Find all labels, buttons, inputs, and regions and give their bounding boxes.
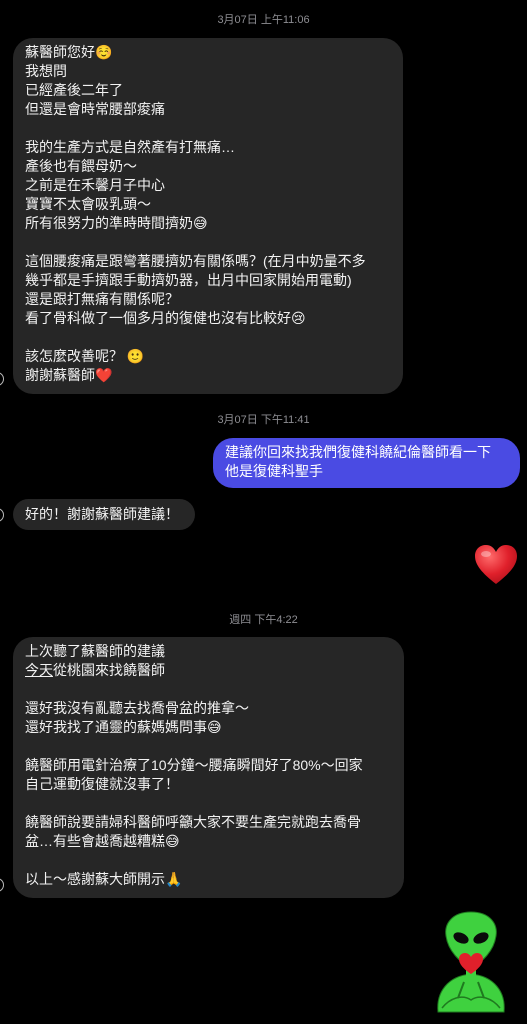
text-line: 但還是會時常腰部痠痛	[25, 101, 165, 117]
text-line	[25, 851, 390, 870]
text-line: 該怎麼改善呢？ 🙂	[25, 348, 145, 364]
timestamp: 3月07日 下午11:41	[217, 414, 310, 426]
heart-reaction-message[interactable]	[474, 544, 518, 591]
text-line: 自己運動復健就沒事了！	[25, 776, 179, 792]
message-text-continued: 還好我沒有亂聽去找喬骨盆的推拿～ 還好我找了通靈的蘇媽媽問事😅 饒醫師用電針治療了1…	[25, 680, 390, 889]
text-line: 饒醫師用電針治療了10分鐘～腰痛瞬間好了80%～回家	[25, 757, 363, 773]
text-line	[25, 233, 389, 252]
message-bubble-outgoing[interactable]: 建議你回來找我們復健科饒紀倫醫師看一下 他是復健科聖手	[213, 438, 520, 488]
text-line: 我的生產方式是自然產有打無痛…	[25, 139, 235, 155]
timestamp: 週四 下午4:22	[229, 614, 298, 626]
message-bubble-incoming[interactable]: 好的！謝謝蘇醫師建議！	[13, 499, 195, 530]
alien-icon	[437, 911, 505, 1013]
text-line	[25, 119, 389, 138]
text-line: 上次聽了蘇醫師的建議	[25, 643, 165, 659]
message-text: 上次聽了蘇醫師的建議 今天從桃園來找饒醫師 還好我沒有亂聽去找喬骨盆的推拿～ 還好…	[25, 642, 390, 889]
text-line: 還是跟打無痛有關係呢？	[25, 291, 179, 307]
message-bubble-incoming[interactable]: 蘇醫師您好☺️ 我想問已經產後二年了但還是會時常腰部痠痛我的生產方式是自然產有打無…	[13, 38, 403, 394]
text-fragment: 從桃園來找饒醫師	[53, 662, 165, 678]
avatar[interactable]	[0, 372, 4, 386]
text-line: 這個腰痠痛是跟彎著腰擠奶有關係嗎？(在月中奶量不多	[25, 253, 366, 269]
alien-heart-sticker[interactable]	[428, 908, 514, 1021]
text-line: 建議你回來找我們復健科饒紀倫醫師看一下	[225, 444, 491, 460]
text-line: 已經產後二年了	[25, 82, 123, 98]
avatar[interactable]	[0, 878, 4, 892]
text-line: 還好我沒有亂聽去找喬骨盆的推拿～	[25, 700, 249, 716]
text-line: 以上～感謝蘇大師開示🙏	[25, 871, 183, 887]
message-bubble-incoming[interactable]: 上次聽了蘇醫師的建議 今天從桃園來找饒醫師 還好我沒有亂聽去找喬骨盆的推拿～ 還好…	[13, 637, 404, 898]
text-line	[25, 737, 390, 756]
text-line: 幾乎都是手擠跟手動擠奶器，出月中回家開始用電動)	[25, 272, 352, 288]
text-line	[25, 794, 390, 813]
text-line: 饒醫師說要請婦科醫師呼籲大家不要生產完就跑去喬骨	[25, 814, 361, 830]
avatar[interactable]	[0, 508, 4, 522]
text-line: 謝謝蘇醫師❤️	[25, 367, 113, 383]
text-line: 蘇醫師您好☺️	[25, 44, 113, 60]
underlined-word: 今天	[25, 662, 53, 678]
text-line: 所有很努力的準時時間擠奶😅	[25, 215, 208, 231]
text-line	[25, 328, 389, 347]
text-line: 之前是在禾馨月子中心	[25, 177, 165, 193]
text-line: 他是復健科聖手	[225, 463, 323, 479]
text-line	[25, 680, 390, 699]
text-line: 產後也有餵母奶～	[25, 158, 137, 174]
text-line: 盆…有些會越喬越糟糕😅	[25, 833, 180, 849]
message-text: 建議你回來找我們復健科饒紀倫醫師看一下 他是復健科聖手	[225, 443, 510, 481]
text-line: 看了骨科做了一個多月的復健也沒有比較好😢	[25, 310, 306, 326]
heart-icon	[475, 545, 517, 584]
message-text: 蘇醫師您好☺️ 我想問已經產後二年了但還是會時常腰部痠痛我的生產方式是自然產有打無…	[25, 43, 389, 385]
timestamp: 3月07日 上午11:06	[217, 14, 310, 26]
text-line: 寶寶不太會吸乳頭～	[25, 196, 151, 212]
text-line: 我想問	[25, 63, 67, 79]
message-text: 好的！謝謝蘇醫師建議！	[25, 506, 179, 522]
text-line: 今天從桃園來找饒醫師	[25, 661, 390, 680]
text-line: 還好我找了通靈的蘇媽媽問事😅	[25, 719, 222, 735]
